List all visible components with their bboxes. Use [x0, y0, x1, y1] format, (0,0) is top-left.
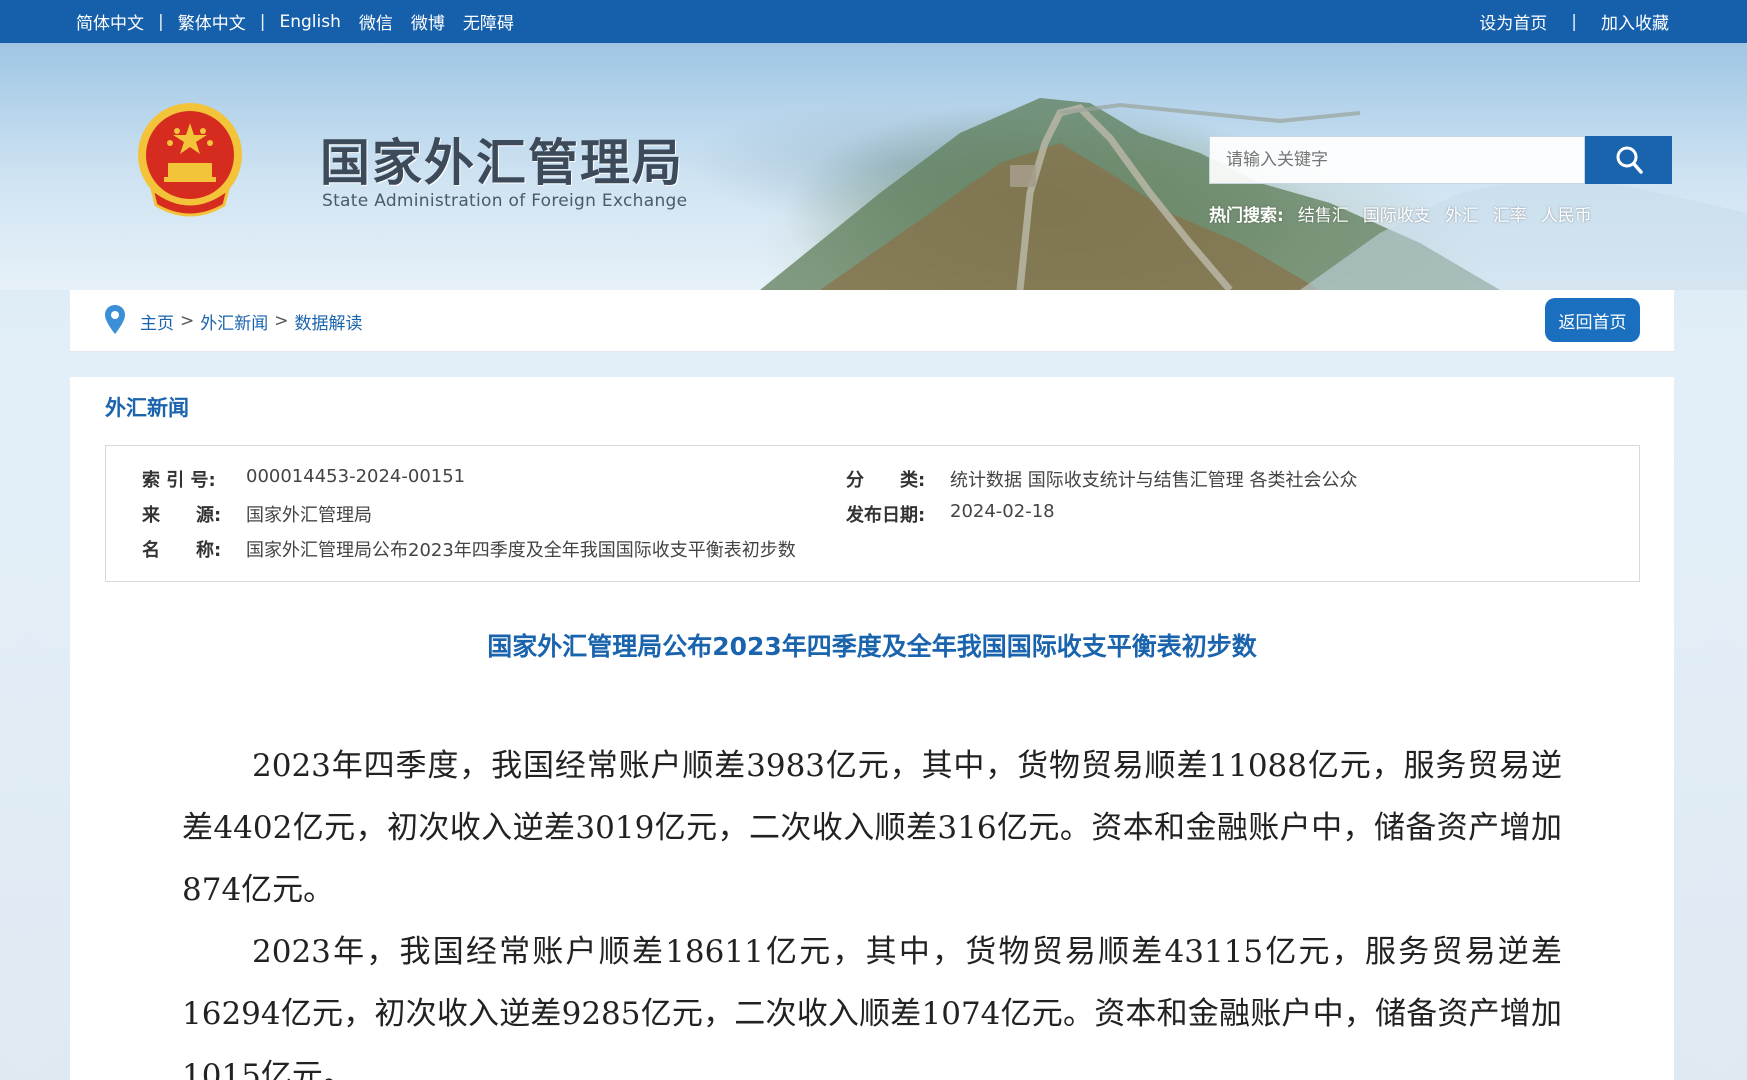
separator: | [158, 11, 164, 32]
link-wechat[interactable]: 微信 [359, 9, 393, 34]
meta-source-value: 国家外汇管理局 [246, 505, 372, 526]
top-bar: 简体中文 | 繁体中文 | English 微信 微博 无障碍 设为首页 | 加… [0, 0, 1747, 43]
article-title: 国家外汇管理局公布2023年四季度及全年我国国际收支平衡表初步数 [487, 632, 1257, 661]
hot-term-balance-of-payments[interactable]: 国际收支 [1363, 201, 1431, 226]
hot-term-exchange-rate[interactable]: 汇率 [1493, 201, 1527, 226]
meta-category-value: 统计数据 国际收支统计与结售汇管理 各类社会公众 [950, 470, 1358, 491]
separator: | [259, 11, 266, 32]
meta-name-row: 名 称: 国家外汇管理局公布2023年四季度及全年我国国际收支平衡表初步数 [142, 536, 796, 562]
meta-source-label: 来 源: [142, 505, 222, 526]
content-panel: 外汇新闻 索 引 号: 000014453-2024-00151 分 类: 统计… [70, 377, 1674, 1080]
site-title[interactable]: 国家外汇管理局 [320, 123, 684, 195]
breadcrumb-home[interactable]: 主页 [140, 309, 174, 334]
language-links: 简体中文 | 繁体中文 | English 微信 微博 无障碍 [76, 0, 514, 43]
meta-name-label: 名 称: [142, 540, 222, 561]
meta-date-value: 2024-02-18 [950, 501, 1055, 522]
section-title: 外汇新闻 [105, 396, 189, 420]
meta-index-row: 索 引 号: 000014453-2024-00151 [142, 466, 465, 492]
search-field[interactable] [1209, 136, 1585, 184]
link-english[interactable]: English [279, 12, 340, 32]
search-icon [1616, 146, 1643, 174]
hot-search-label: 热门搜索: [1209, 206, 1284, 226]
hot-term-forex[interactable]: 外汇 [1445, 201, 1479, 226]
document-metadata: 索 引 号: 000014453-2024-00151 分 类: 统计数据 国际… [105, 445, 1640, 582]
location-pin-icon [105, 305, 125, 334]
link-weibo[interactable]: 微博 [411, 9, 445, 34]
national-emblem [138, 103, 242, 217]
header-banner: 国家外汇管理局 State Administration of Foreign … [0, 43, 1747, 290]
breadcrumb-arrow: > [180, 311, 195, 331]
hot-term-rmb[interactable]: 人民币 [1541, 201, 1592, 226]
breadcrumb-arrow: > [274, 311, 289, 331]
search-input[interactable] [1210, 137, 1584, 183]
search-button[interactable] [1585, 136, 1672, 184]
meta-category-label: 分 类: [846, 470, 926, 491]
meta-index-label: 索 引 号: [142, 470, 216, 491]
link-accessibility[interactable]: 无障碍 [463, 9, 514, 34]
link-traditional-chinese[interactable]: 繁体中文 [178, 9, 246, 34]
hot-term-jieshouhui[interactable]: 结售汇 [1298, 201, 1349, 226]
meta-category-row: 分 类: 统计数据 国际收支统计与结售汇管理 各类社会公众 [846, 466, 1357, 492]
link-simplified-chinese[interactable]: 简体中文 [76, 9, 144, 34]
breadcrumb-bar: 主页 > 外汇新闻 > 数据解读 [70, 290, 1674, 352]
utility-links: 设为首页 | 加入收藏 [1479, 0, 1669, 43]
breadcrumb: 主页 > 外汇新闻 > 数据解读 [140, 290, 363, 352]
meta-name-value: 国家外汇管理局公布2023年四季度及全年我国国际收支平衡表初步数 [246, 540, 796, 561]
article-paragraph: 2023年，我国经常账户顺差18611亿元，其中，货物贸易顺差43115亿元，服… [182, 934, 1562, 1080]
add-favorite-link[interactable]: 加入收藏 [1601, 9, 1669, 34]
breadcrumb-data-interpretation[interactable]: 数据解读 [295, 309, 363, 334]
return-home-button[interactable]: 返回首页 [1545, 298, 1640, 342]
site-subtitle: State Administration of Foreign Exchange [322, 191, 688, 211]
breadcrumb-forex-news[interactable]: 外汇新闻 [200, 309, 268, 334]
hot-searches: 热门搜索: 结售汇 国际收支 外汇 汇率 人民币 [1209, 201, 1592, 226]
meta-source-row: 来 源: 国家外汇管理局 [142, 501, 372, 527]
meta-index-value: 000014453-2024-00151 [246, 466, 466, 487]
meta-date-row: 发布日期: 2024-02-18 [846, 501, 1055, 527]
article-paragraph: 2023年四季度，我国经常账户顺差3983亿元，其中，货物贸易顺差11088亿元… [182, 748, 1562, 908]
separator: | [1571, 11, 1577, 32]
meta-date-label: 发布日期: [846, 505, 926, 526]
set-homepage-link[interactable]: 设为首页 [1479, 9, 1547, 34]
